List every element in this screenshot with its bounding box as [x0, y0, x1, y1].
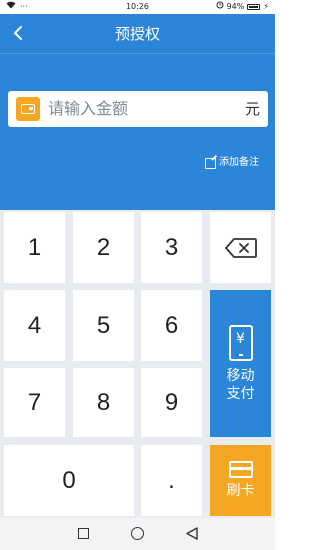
add-note-label: 添加备注 [219, 157, 259, 168]
key-5[interactable]: 5 [73, 290, 134, 361]
charging-icon: ⚡ [263, 2, 269, 11]
key-9[interactable]: 9 [141, 368, 202, 437]
system-navigation-bar [0, 518, 275, 550]
wallet-icon [16, 97, 40, 121]
status-bar: ··· 10:26 94% ⚡ [0, 0, 275, 14]
add-note-button[interactable]: 添加备注 [205, 155, 259, 171]
key-2[interactable]: 2 [73, 212, 134, 283]
amount-placeholder: 请输入金额 [48, 99, 129, 118]
credit-card-icon [228, 461, 253, 478]
alarm-icon [216, 0, 224, 14]
swipe-card-button[interactable]: 刷卡 [210, 445, 271, 516]
key-decimal[interactable]: . [141, 445, 202, 516]
numeric-keypad: 1 2 3 4 5 6 7 8 9 ¥ 移动 支付 0 . 刷卡 [0, 210, 275, 518]
top-navbar: 预授权 [0, 14, 275, 54]
mobile-pay-label-line2: 支付 [226, 385, 255, 402]
key-8[interactable]: 8 [73, 368, 134, 437]
mobile-pay-button[interactable]: ¥ 移动 支付 [210, 290, 271, 437]
home-icon[interactable] [131, 527, 144, 540]
key-3[interactable]: 3 [141, 212, 202, 283]
back-triangle-icon[interactable] [186, 527, 198, 540]
mobile-payment-icon: ¥ [228, 324, 253, 361]
key-6[interactable]: 6 [141, 290, 202, 361]
swipe-card-label: 刷卡 [226, 483, 255, 499]
page-title: 预授权 [114, 25, 160, 43]
battery-icon [247, 4, 261, 10]
key-1[interactable]: 1 [4, 212, 65, 283]
recent-apps-icon[interactable] [78, 528, 89, 539]
battery-percent: 94% [226, 2, 245, 11]
key-4[interactable]: 4 [4, 290, 65, 361]
key-7[interactable]: 7 [4, 368, 65, 437]
header: 预授权 请输入金额 元 添加备注 [0, 14, 275, 210]
delete-button[interactable] [210, 212, 271, 283]
currency-unit: 元 [244, 100, 260, 118]
mobile-pay-label-line1: 移动 [226, 367, 255, 384]
status-right: 94% ⚡ [216, 0, 269, 14]
key-0[interactable]: 0 [4, 445, 134, 516]
backspace-icon [224, 237, 257, 258]
edit-icon [205, 157, 216, 169]
amount-input[interactable]: 请输入金额 元 [8, 91, 268, 127]
